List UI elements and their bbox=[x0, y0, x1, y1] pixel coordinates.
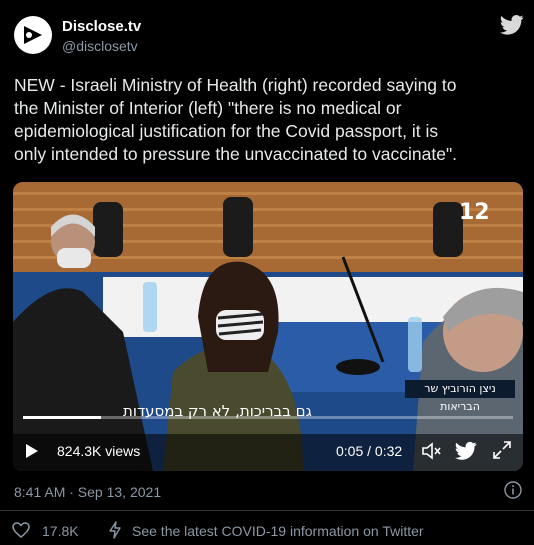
video-time: 0:05 / 0:32 bbox=[336, 443, 403, 459]
video-progress-fill bbox=[23, 416, 102, 419]
author-name[interactable]: Disclose.tv bbox=[62, 18, 141, 35]
tweet-text: NEW - Israeli Ministry of Health (right)… bbox=[14, 74, 526, 166]
divider bbox=[0, 510, 534, 511]
like-count[interactable]: 17.8K bbox=[42, 523, 79, 539]
avatar[interactable] bbox=[14, 16, 52, 54]
author-handle[interactable]: @disclosetv bbox=[62, 38, 138, 54]
fullscreen-icon[interactable] bbox=[493, 441, 511, 459]
tweet-text-line: the Minister of Interior (left) "there i… bbox=[14, 98, 402, 118]
tweet-text-line: epidemiological justification for the Co… bbox=[14, 121, 439, 141]
covid-info-link[interactable]: See the latest COVID-19 information on T… bbox=[132, 523, 424, 539]
video-player[interactable]: 12 ניצן הורוביץ שר הבריאות גם בבריכות, ל… bbox=[13, 182, 523, 471]
volume-muted-icon[interactable] bbox=[421, 441, 441, 461]
tweet-text-line: only intended to pressure the unvaccinat… bbox=[14, 144, 458, 164]
video-frame bbox=[13, 182, 523, 471]
lightning-bolt-icon bbox=[109, 521, 121, 539]
video-chyron: ניצן הורוביץ שר הבריאות bbox=[405, 380, 515, 413]
twitter-bird-icon[interactable] bbox=[500, 14, 524, 36]
tweet-text-line: NEW - Israeli Ministry of Health (right)… bbox=[14, 75, 457, 95]
twitter-bird-icon[interactable] bbox=[455, 441, 477, 461]
tweet-footer: 17.8K See the latest COVID-19 informatio… bbox=[0, 520, 534, 544]
video-progress-bar[interactable] bbox=[23, 416, 513, 419]
video-controls: 824.3K views 0:05 / 0:32 bbox=[13, 431, 523, 471]
play-icon[interactable] bbox=[25, 443, 39, 459]
heart-icon[interactable] bbox=[12, 521, 30, 539]
disclose-logo-icon bbox=[24, 26, 42, 44]
channel-badge: 12 bbox=[459, 200, 490, 225]
tweet-header: Disclose.tv @disclosetv bbox=[0, 0, 534, 60]
view-count: 824.3K views bbox=[57, 443, 141, 459]
tweet-timestamp[interactable]: 8:41 AM · Sep 13, 2021 bbox=[14, 484, 161, 500]
info-icon[interactable] bbox=[504, 481, 522, 499]
